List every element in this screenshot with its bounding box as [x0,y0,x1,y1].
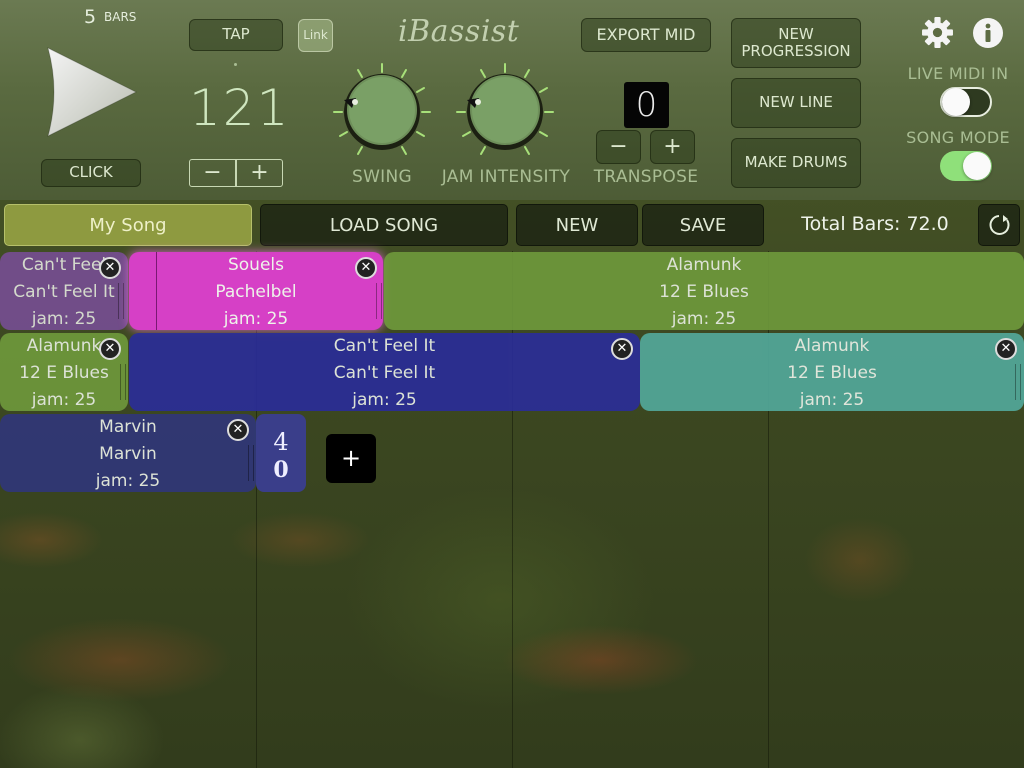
export-midi-button[interactable]: EXPORT MID [581,18,711,52]
block-title: Souels [227,255,284,275]
toggle-thumb [942,88,970,116]
resize-handle[interactable] [120,364,126,400]
song-name-field[interactable]: My Song [4,204,252,246]
block-progression: 12 E Blues [659,282,749,302]
bars-label: BARS [104,10,137,24]
toggle-thumb [963,152,991,180]
live-midi-toggle[interactable] [940,87,992,117]
block-progression: Marvin [99,444,157,464]
block-title: Can't Feel It [333,336,436,356]
resize-handle[interactable] [376,283,382,319]
close-icon[interactable]: ✕ [99,338,121,360]
tempo-dot [234,63,237,66]
resize-handle[interactable] [118,283,124,319]
tempo-decrease-button[interactable]: − [189,159,236,187]
playhead-marker [156,252,157,330]
make-drums-button[interactable]: MAKE DRUMS [731,138,861,188]
block-title: Alamunk [666,255,742,275]
song-mode-label: SONG MODE [906,128,1010,147]
new-song-button[interactable]: NEW [516,204,638,246]
jam-intensity-label: JAM INTENSITY [441,167,571,187]
block-progression: Can't Feel It [333,363,436,383]
link-button[interactable]: Link [298,19,333,52]
swing-label: SWING [351,167,412,187]
bars-count: 5 [84,6,97,28]
gear-icon[interactable] [921,16,954,49]
tempo-increase-button[interactable]: + [236,159,283,187]
block-progression: 12 E Blues [19,363,109,383]
swing-knob[interactable] [332,62,432,162]
info-icon[interactable] [972,17,1004,49]
total-bars: Total Bars: 72.0 [801,213,949,235]
tap-button[interactable]: TAP [189,19,283,51]
block-jam: jam: 25 [352,390,417,410]
song-mode-toggle[interactable] [940,151,992,181]
block-jam: jam: 25 [95,471,161,491]
close-icon[interactable]: ✕ [611,338,633,360]
progression-block[interactable]: Alamunk 12 E Blues jam: 25 [640,333,1024,411]
time-signature-top: 4 [273,428,289,456]
resize-handle[interactable] [248,445,254,481]
transpose-increase-button[interactable]: + [650,130,695,164]
block-title: Alamunk [794,336,870,356]
block-progression: Can't Feel It [13,282,115,302]
transpose-value: 0 [624,82,669,128]
time-signature-bottom: 0 [273,457,289,483]
bpm-display: 121 [189,79,291,137]
new-line-button[interactable]: NEW LINE [731,78,861,128]
block-progression: Pachelbel [215,282,297,302]
close-icon[interactable]: ✕ [355,257,377,279]
block-jam: jam: 25 [799,390,865,410]
block-jam: jam: 25 [31,309,97,329]
progression-block[interactable]: Marvin Marvin jam: 25 [0,414,256,492]
block-jam: jam: 25 [223,309,289,329]
close-icon[interactable]: ✕ [99,257,121,279]
live-midi-label: LIVE MIDI IN [907,64,1009,83]
add-block-button[interactable]: + [326,434,376,483]
block-jam: jam: 25 [671,309,737,329]
progression-block[interactable]: Can't Feel It Can't Feel It jam: 25 [129,333,640,411]
transpose-label: TRANSPOSE [593,167,699,187]
close-icon[interactable]: ✕ [995,338,1017,360]
block-jam: jam: 25 [31,390,97,410]
transpose-decrease-button[interactable]: − [596,130,641,164]
click-button[interactable]: CLICK [41,159,141,187]
save-song-button[interactable]: SAVE [642,204,764,246]
block-title: Marvin [99,417,157,437]
play-button[interactable] [40,44,140,140]
progression-block[interactable]: Souels Pachelbel jam: 25 [129,252,383,330]
refresh-icon [989,215,1010,235]
progression-block[interactable]: Alamunk 12 E Blues jam: 25 [384,252,1024,330]
close-icon[interactable]: ✕ [227,419,249,441]
new-progression-button[interactable]: NEW PROGRESSION [731,18,861,68]
app-logo: iBassist [398,14,520,49]
block-progression: 12 E Blues [787,363,877,383]
load-song-button[interactable]: LOAD SONG [260,204,508,246]
jam-intensity-knob[interactable] [455,62,555,162]
resize-handle[interactable] [1015,364,1021,400]
refresh-button[interactable] [978,204,1020,246]
play-icon [47,47,138,137]
time-signature[interactable]: 4 0 [256,414,306,492]
